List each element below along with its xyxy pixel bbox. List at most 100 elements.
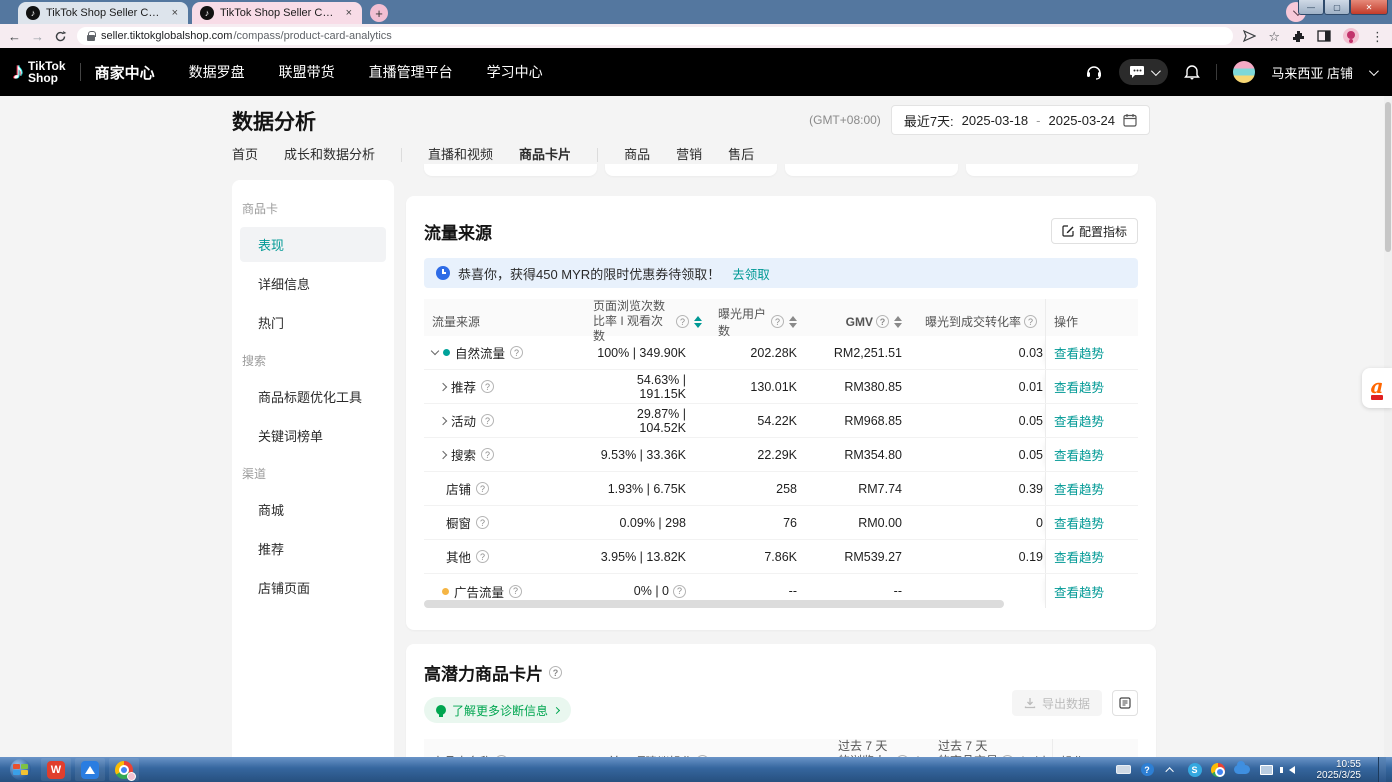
sidebar-item-keyword-ranking[interactable]: 关键词榜单 (240, 418, 386, 453)
header-gmv[interactable]: GMV? (805, 315, 910, 329)
show-desktop-button[interactable] (1378, 757, 1386, 782)
page-scrollbar[interactable] (1384, 96, 1392, 757)
info-icon[interactable]: ? (676, 315, 689, 328)
view-trend-link[interactable]: 查看趋势 (1054, 547, 1104, 566)
share-icon[interactable] (1243, 30, 1256, 42)
view-trend-link[interactable]: 查看趋势 (1054, 377, 1104, 396)
info-icon[interactable]: ? (476, 550, 489, 563)
extensions-puzzle-icon[interactable] (1292, 30, 1305, 43)
browser-tab-2[interactable]: ♪ TikTok Shop Seller Center | Cr × (192, 2, 362, 24)
date-range-picker[interactable]: 最近7天: 2025-03-18 - 2025-03-24 (891, 105, 1150, 135)
horizontal-scrollbar[interactable] (424, 600, 1004, 608)
header-gmv-7d[interactable]: 过去 7 天的商品交易总额? (930, 739, 1035, 757)
sidebar-item-details[interactable]: 详细信息 (240, 266, 386, 301)
start-button[interactable] (10, 759, 31, 780)
expand-icon[interactable] (439, 416, 447, 424)
export-data-button[interactable]: 导出数据 (1012, 690, 1102, 716)
taskbar-chrome-icon[interactable] (109, 758, 139, 781)
headset-icon[interactable] (1085, 63, 1103, 81)
info-icon[interactable]: ? (481, 380, 494, 393)
close-tab-icon[interactable]: × (170, 7, 180, 19)
organic-dot-icon (443, 349, 450, 356)
sort-icon[interactable] (789, 316, 797, 328)
close-button[interactable]: ✕ (1350, 0, 1388, 15)
expand-icon[interactable] (439, 382, 447, 390)
configure-metrics-button[interactable]: 配置指标 (1051, 218, 1138, 244)
nav-item-compass[interactable]: 数据罗盘 (189, 62, 245, 82)
header-ratio[interactable]: 页面浏览次数比率 I 观看次数? (585, 299, 710, 344)
back-icon[interactable]: ← (8, 30, 21, 43)
alibaba-wangwang-float-widget[interactable]: a (1362, 368, 1392, 408)
taskbar-meeting-app-icon[interactable] (75, 758, 105, 781)
taskbar-wps-icon[interactable]: W (41, 758, 71, 781)
header-cvr[interactable]: 曝光到成交转化率? (910, 313, 1045, 330)
bell-icon[interactable] (1184, 64, 1200, 81)
store-avatar[interactable] (1233, 61, 1255, 83)
info-icon[interactable]: ? (876, 315, 889, 328)
claim-coupon-link[interactable]: 去领取 (732, 264, 770, 283)
view-trend-link[interactable]: 查看趋势 (1054, 411, 1104, 430)
view-trend-link[interactable]: 查看趋势 (1054, 582, 1104, 601)
tab-growth-analytics[interactable]: 成长和数据分析 (284, 144, 375, 174)
sidebar-item-shop-page[interactable]: 店铺页面 (240, 570, 386, 605)
cloud-sync-icon[interactable] (1234, 765, 1250, 774)
info-icon[interactable]: ? (476, 482, 489, 495)
sidebar-item-recommend[interactable]: 推荐 (240, 531, 386, 566)
view-trend-link[interactable]: 查看趋势 (1054, 343, 1104, 362)
network-icon[interactable] (1259, 763, 1275, 777)
help-icon[interactable]: ? (1141, 763, 1154, 776)
view-trend-link[interactable]: 查看趋势 (1054, 479, 1104, 498)
sidebar-item-trending[interactable]: 热门 (240, 305, 386, 340)
field-settings-button[interactable] (1112, 690, 1138, 716)
nav-item-academy[interactable]: 学习中心 (487, 62, 543, 82)
browser-tab-1[interactable]: ♪ TikTok Shop Seller Center | Cr × (18, 2, 188, 24)
sort-icon[interactable] (694, 316, 702, 328)
new-tab-button[interactable]: + (370, 4, 388, 22)
sort-icon[interactable] (894, 316, 902, 328)
info-icon[interactable]: ? (771, 315, 784, 328)
info-icon[interactable]: ? (673, 585, 686, 598)
diagnosis-link[interactable]: 了解更多诊断信息 (424, 697, 571, 723)
chevron-down-icon (1369, 66, 1379, 76)
info-icon[interactable]: ? (1024, 315, 1037, 328)
close-tab-icon[interactable]: × (344, 7, 354, 19)
taskbar-clock[interactable]: 10:55 2025/3/25 (1309, 759, 1370, 781)
store-name[interactable]: 马来西亚 店铺 (1271, 63, 1353, 82)
message-center-button[interactable] (1119, 59, 1168, 85)
volume-icon[interactable] (1284, 763, 1300, 777)
collapse-icon[interactable] (431, 347, 439, 355)
scrollbar-thumb[interactable] (1385, 102, 1391, 252)
maximize-button[interactable]: ▢ (1324, 0, 1350, 15)
browser-profile-avatar[interactable] (1343, 28, 1359, 44)
header-views-7d[interactable]: 过去 7 天的浏览人数? (830, 739, 930, 757)
info-icon[interactable]: ? (481, 448, 494, 461)
info-icon[interactable]: ? (476, 516, 489, 529)
tray-chrome-icon[interactable] (1211, 763, 1225, 777)
skype-icon[interactable]: S (1188, 763, 1202, 777)
sidebar-item-performance[interactable]: 表现 (240, 227, 386, 262)
info-icon[interactable]: ? (510, 346, 523, 359)
sidebar-item-mall[interactable]: 商城 (240, 492, 386, 527)
nav-item-affiliate[interactable]: 联盟带货 (279, 62, 335, 82)
tiktok-shop-logo[interactable]: ♪ TikTokShop (0, 58, 80, 86)
browser-menu-icon[interactable]: ⋮ (1371, 30, 1384, 43)
tray-expand-icon[interactable] (1163, 763, 1179, 777)
reload-icon[interactable] (54, 30, 67, 43)
view-trend-link[interactable]: 查看趋势 (1054, 513, 1104, 532)
expand-icon[interactable] (439, 450, 447, 458)
tab-home[interactable]: 首页 (232, 144, 258, 174)
bookmark-star-icon[interactable]: ☆ (1268, 30, 1280, 43)
minimize-button[interactable]: — (1298, 0, 1324, 15)
info-icon[interactable]: ? (549, 666, 562, 679)
side-panel-icon[interactable] (1317, 30, 1331, 42)
info-icon[interactable]: ? (481, 414, 494, 427)
nav-item-seller-center[interactable]: 商家中心 (95, 62, 155, 83)
info-icon[interactable]: ? (509, 585, 522, 598)
input-method-icon[interactable] (1116, 763, 1132, 777)
sidebar-item-title-optimizer[interactable]: 商品标题优化工具 (240, 379, 386, 414)
address-bar[interactable]: seller.tiktokglobalshop.com/compass/prod… (77, 27, 1233, 45)
header-users[interactable]: 曝光用户数? (710, 305, 805, 339)
forward-icon[interactable]: → (31, 30, 44, 43)
nav-item-live[interactable]: 直播管理平台 (369, 62, 453, 82)
view-trend-link[interactable]: 查看趋势 (1054, 445, 1104, 464)
